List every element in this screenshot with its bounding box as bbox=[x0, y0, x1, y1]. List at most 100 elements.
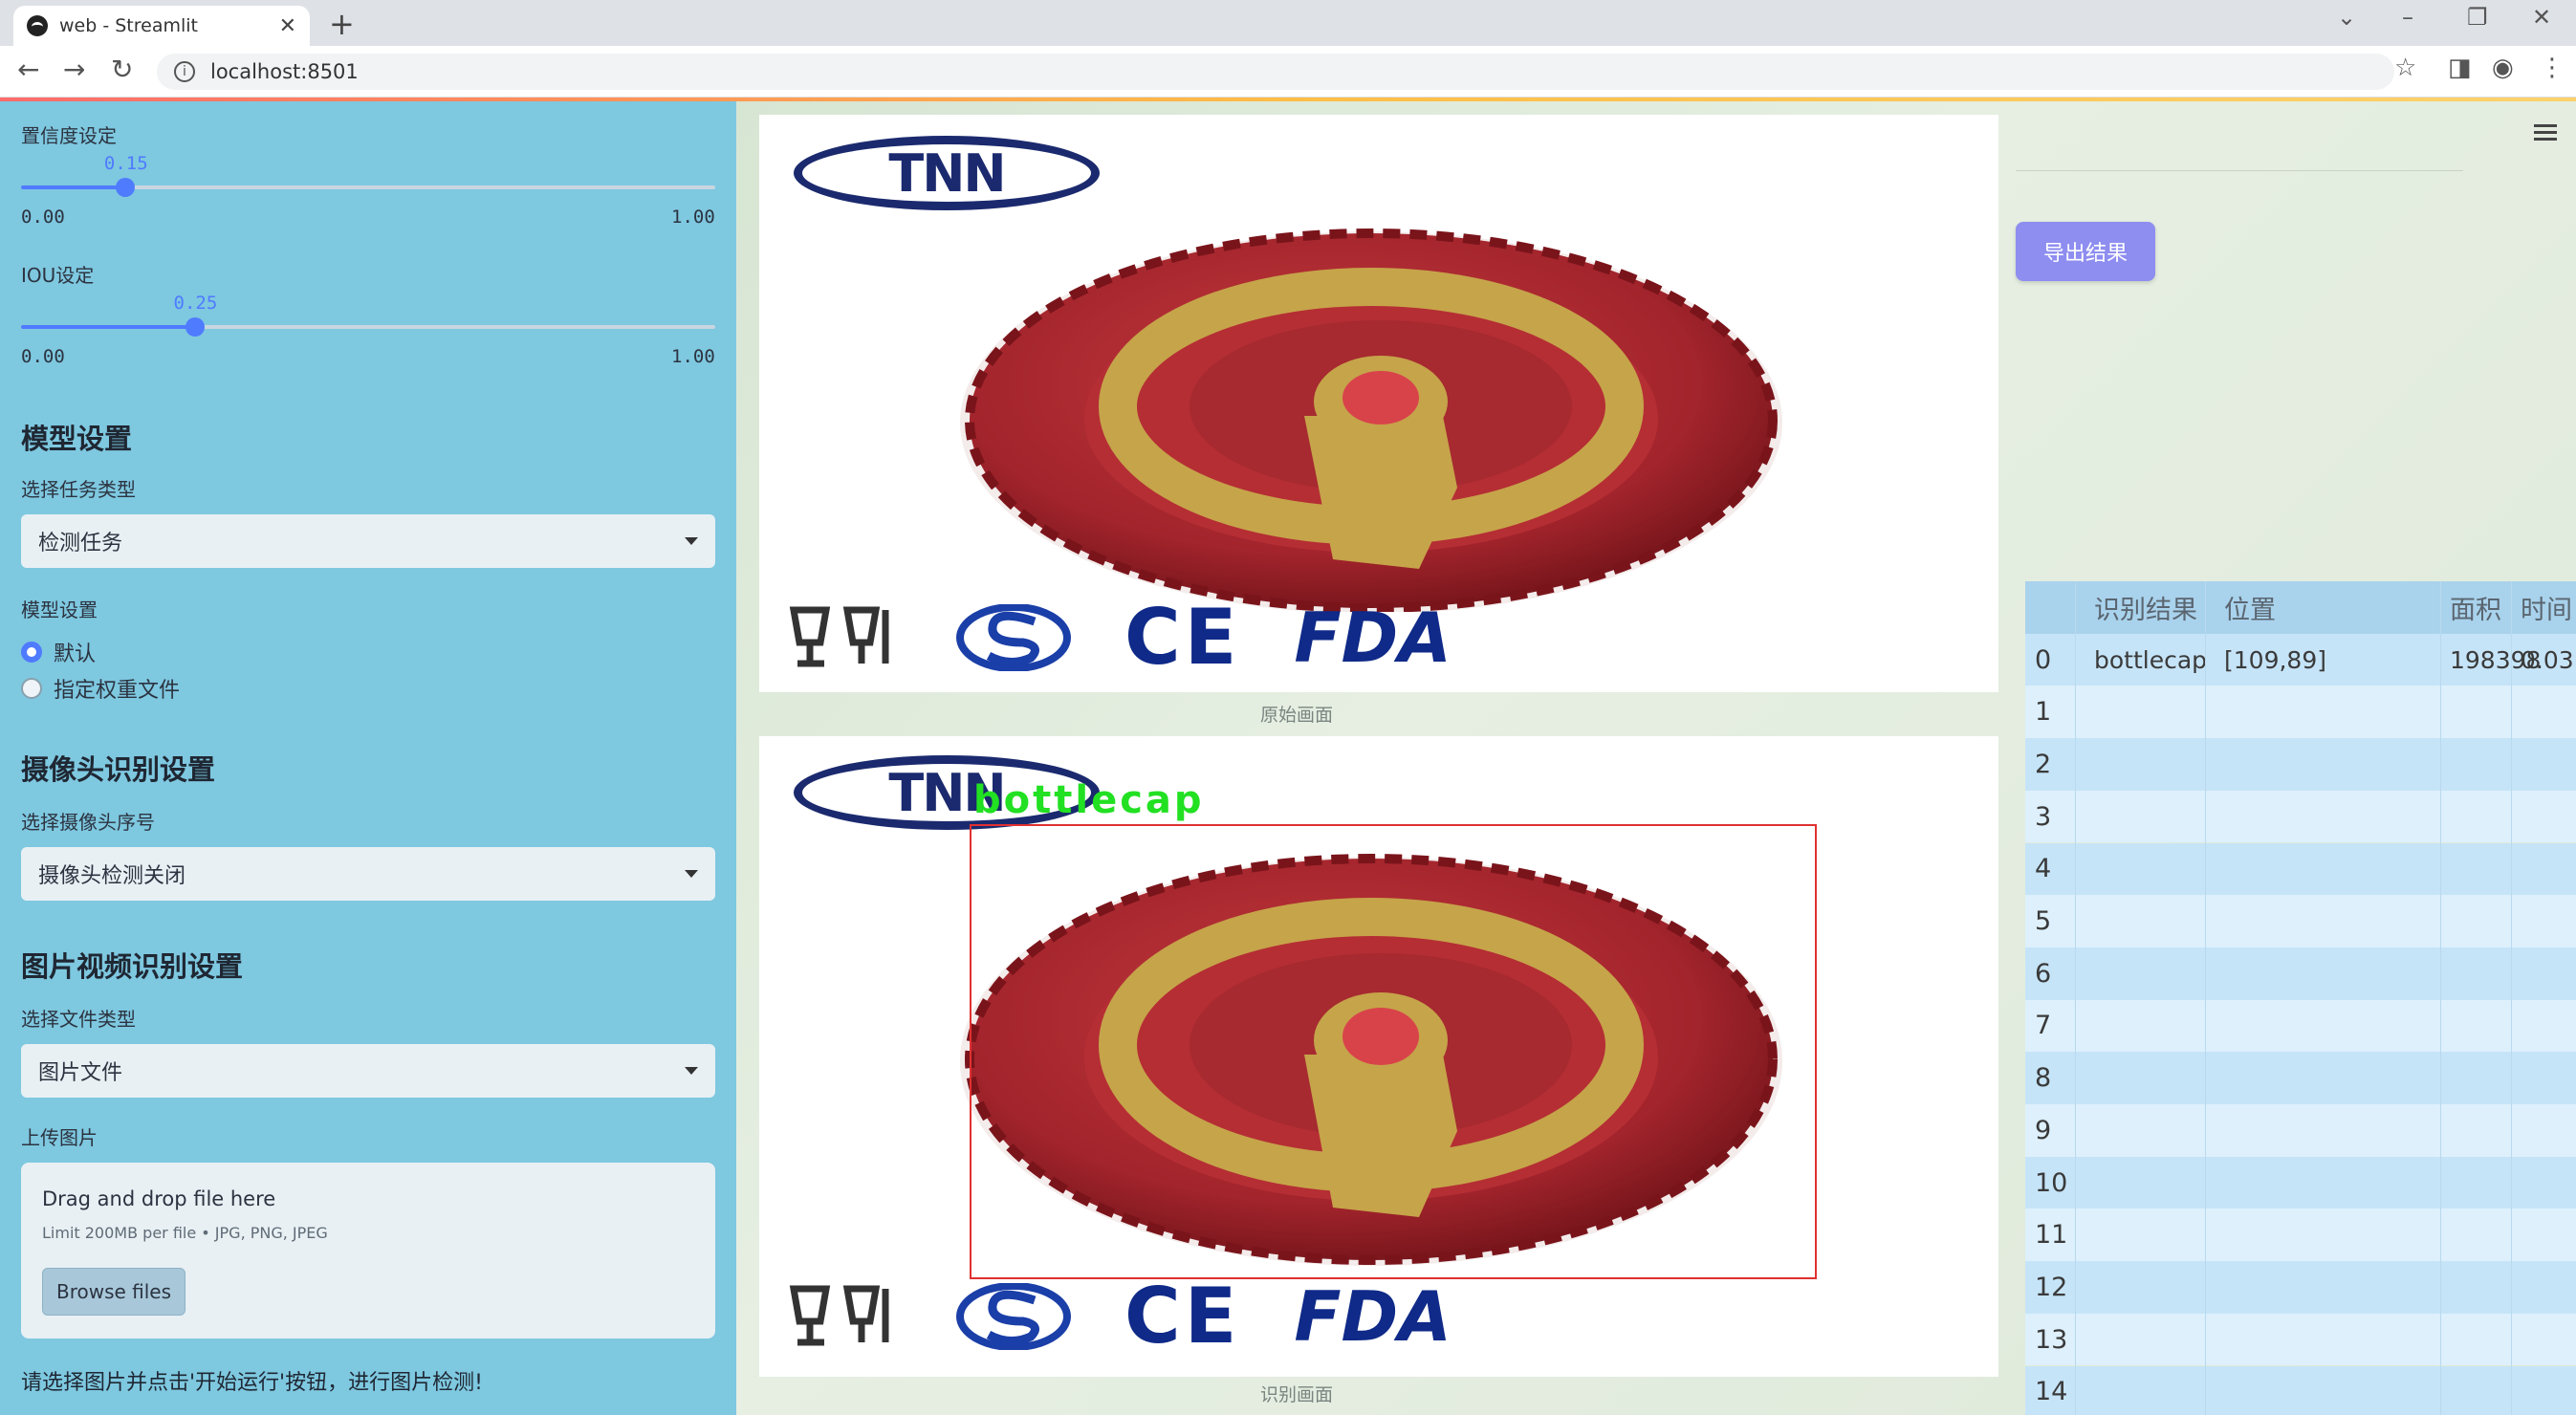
media-section-heading: 图片视频识别设置 bbox=[21, 950, 244, 983]
file-type-select[interactable]: 图片文件 bbox=[21, 1044, 715, 1098]
forward-icon[interactable]: → bbox=[63, 54, 85, 85]
radio-default-label: 默认 bbox=[54, 642, 97, 666]
camera-index-select[interactable]: 摄像头检测关闭 bbox=[21, 847, 715, 901]
table-row[interactable]: 4 bbox=[2025, 842, 2576, 896]
table-cell-time bbox=[2511, 1052, 2576, 1104]
menu-icon[interactable] bbox=[2534, 120, 2557, 144]
table-cell-index: 0 bbox=[2035, 644, 2052, 675]
table-row[interactable]: 10 bbox=[2025, 1156, 2576, 1209]
table-cell-position bbox=[2205, 1208, 2444, 1261]
table-cell-position bbox=[2205, 1052, 2444, 1104]
upload-label: 上传图片 bbox=[21, 1126, 98, 1149]
table-row[interactable]: 2 bbox=[2025, 738, 2576, 791]
url-text: localhost:8501 bbox=[210, 60, 359, 83]
table-header-index bbox=[2025, 581, 2069, 634]
table-cell-time bbox=[2511, 1366, 2576, 1415]
radio-custom-weights[interactable]: 指定权重文件 bbox=[21, 673, 180, 704]
table-header-area[interactable]: 面积 bbox=[2440, 581, 2511, 634]
s-mark-icon bbox=[956, 1282, 1071, 1350]
profile-icon[interactable]: ◉ bbox=[2492, 54, 2514, 82]
model-section-heading: 模型设置 bbox=[21, 423, 133, 455]
close-window-icon[interactable]: ✕ bbox=[2532, 4, 2551, 31]
table-cell-area bbox=[2440, 1052, 2511, 1104]
table-cell-area: 198398 bbox=[2450, 645, 2542, 674]
table-cell-area bbox=[2440, 1157, 2511, 1209]
table-cell-result bbox=[2075, 1208, 2205, 1261]
table-row[interactable]: 6 bbox=[2025, 947, 2576, 1000]
sidepanel-icon[interactable]: ◨ bbox=[2448, 54, 2472, 82]
star-icon[interactable]: ☆ bbox=[2394, 54, 2416, 82]
table-cell-area bbox=[2440, 1261, 2511, 1314]
table-row[interactable]: 1 bbox=[2025, 686, 2576, 739]
table-header-position[interactable]: 位置 bbox=[2205, 581, 2444, 634]
info-icon[interactable]: i bbox=[174, 61, 195, 82]
export-results-button[interactable]: 导出结果 bbox=[2016, 222, 2155, 281]
results-table: 识别结果 位置 面积 时间 0 bottlecap [109,89] 198398 0.… bbox=[2025, 581, 2576, 1415]
url-input[interactable]: i localhost:8501 bbox=[157, 54, 2394, 90]
table-cell-result bbox=[2075, 791, 2205, 843]
table-cell-index: 5 bbox=[2035, 906, 2052, 937]
ce-mark: CE bbox=[1124, 1272, 1241, 1361]
new-tab-icon[interactable]: + bbox=[329, 6, 355, 42]
tab-search-icon[interactable]: ⌄ bbox=[2337, 4, 2356, 31]
table-cell-index: 10 bbox=[2035, 1167, 2068, 1198]
browser-menu-icon[interactable]: ⋮ bbox=[2540, 54, 2565, 82]
task-type-select[interactable]: 检测任务 bbox=[21, 514, 715, 568]
camera-index-value: 摄像头检测关闭 bbox=[38, 864, 186, 888]
radio-default-icon[interactable] bbox=[21, 642, 42, 663]
caret-down-icon bbox=[685, 870, 698, 878]
table-cell-result bbox=[2075, 686, 2205, 738]
table-row[interactable]: 11 bbox=[2025, 1208, 2576, 1262]
table-cell-position bbox=[2205, 791, 2444, 843]
certification-marks: CE FDA bbox=[788, 593, 1452, 682]
table-row[interactable]: 5 bbox=[2025, 895, 2576, 947]
iou-slider[interactable] bbox=[21, 317, 715, 337]
streamlit-favicon-icon bbox=[27, 15, 48, 36]
browser-tab[interactable]: web - Streamlit ✕ bbox=[13, 6, 310, 46]
confidence-label: 置信度设定 bbox=[21, 124, 117, 147]
caret-down-icon bbox=[685, 537, 698, 545]
restore-icon[interactable]: ❐ bbox=[2467, 4, 2488, 31]
table-row[interactable]: 12 bbox=[2025, 1261, 2576, 1314]
ce-mark: CE bbox=[1124, 593, 1241, 682]
task-type-label: 选择任务类型 bbox=[21, 478, 136, 501]
table-cell-area bbox=[2440, 1208, 2511, 1261]
result-caption: 识别画面 bbox=[1260, 1384, 1334, 1405]
table-cell-position bbox=[2205, 686, 2444, 738]
table-row[interactable]: 13 bbox=[2025, 1313, 2576, 1366]
table-row[interactable]: 8 bbox=[2025, 1052, 2576, 1104]
camera-index-label: 选择摄像头序号 bbox=[21, 811, 155, 834]
table-row[interactable]: 7 bbox=[2025, 999, 2576, 1053]
radio-custom-weights-icon[interactable] bbox=[21, 678, 42, 699]
table-header-result[interactable]: 识别结果 bbox=[2075, 581, 2205, 634]
table-row[interactable]: 9 bbox=[2025, 1104, 2576, 1157]
back-icon[interactable]: ← bbox=[17, 54, 39, 85]
table-row[interactable]: 14 bbox=[2025, 1365, 2576, 1415]
table-cell-time bbox=[2511, 1314, 2576, 1366]
radio-default[interactable]: 默认 bbox=[21, 637, 96, 667]
minimize-icon[interactable]: – bbox=[2402, 4, 2413, 31]
table-cell-result: bottlecap bbox=[2094, 645, 2208, 674]
divider bbox=[2016, 170, 2463, 171]
iou-slider-thumb[interactable] bbox=[185, 317, 205, 337]
table-cell-time bbox=[2511, 843, 2576, 896]
iou-min: 0.00 bbox=[21, 346, 65, 367]
file-uploader-dropzone[interactable]: Drag and drop file here Limit 200MB per … bbox=[21, 1163, 715, 1339]
table-row[interactable]: 0 bottlecap [109,89] 198398 0.03 bbox=[2025, 633, 2576, 686]
table-row[interactable]: 3 bbox=[2025, 790, 2576, 843]
task-type-value: 检测任务 bbox=[38, 532, 123, 555]
table-cell-position bbox=[2205, 947, 2444, 1000]
browse-files-button[interactable]: Browse files bbox=[42, 1268, 186, 1316]
confidence-slider[interactable] bbox=[21, 178, 715, 197]
tab-close-icon[interactable]: ✕ bbox=[279, 14, 296, 38]
reload-icon[interactable]: ↻ bbox=[111, 54, 133, 85]
table-cell-index: 14 bbox=[2035, 1377, 2068, 1407]
detection-label: bottlecap bbox=[973, 778, 1205, 822]
table-grid-line bbox=[2205, 581, 2206, 1415]
confidence-slider-thumb[interactable] bbox=[115, 178, 135, 197]
table-header-time[interactable]: 时间 bbox=[2511, 581, 2576, 634]
cup-fork-icon bbox=[789, 1285, 889, 1345]
fda-mark: FDA bbox=[1294, 1275, 1452, 1357]
table-cell-time bbox=[2511, 1157, 2576, 1209]
iou-max: 1.00 bbox=[671, 346, 715, 367]
